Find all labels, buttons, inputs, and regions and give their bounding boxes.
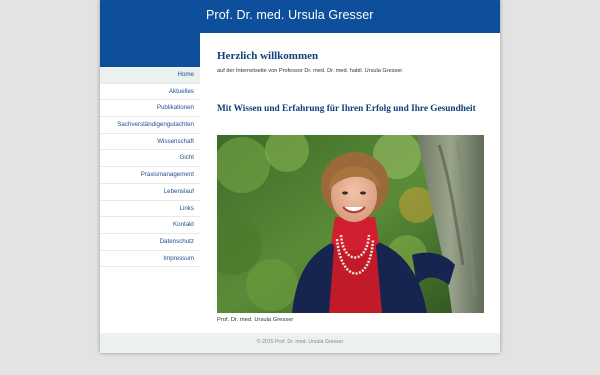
site-header: Prof. Dr. med. Ursula Gresser	[100, 0, 500, 33]
portrait-photo	[217, 135, 484, 313]
page-container: Prof. Dr. med. Ursula Gresser Home Aktue…	[100, 0, 500, 353]
photo-caption: Prof. Dr. med. Ursula Gresser	[217, 317, 294, 323]
main-navigation: Home Aktuelles Publikationen Sachverstän…	[100, 67, 200, 268]
site-title-link[interactable]: Prof. Dr. med. Ursula Gresser	[206, 8, 374, 22]
nav-item-publikationen[interactable]: Publikationen	[100, 100, 200, 118]
nav-item-wissenschaft[interactable]: Wissenschaft	[100, 133, 200, 151]
nav-item-impressum[interactable]: Impressum	[100, 250, 200, 268]
nav-item-home[interactable]: Home	[100, 67, 200, 84]
site-footer: © 2015 Prof. Dr. med. Ursula Gresser	[100, 333, 500, 353]
welcome-heading: Herzlich willkommen	[217, 50, 319, 62]
copyright-text: © 2015 Prof. Dr. med. Ursula Gresser	[256, 339, 344, 345]
tagline-heading: Mit Wissen und Erfahrung für Ihren Erfol…	[217, 104, 476, 114]
nav-item-datenschutz[interactable]: Datenschutz	[100, 233, 200, 251]
nav-item-praxismanagement[interactable]: Praxismanagement	[100, 167, 200, 184]
sidebar-header-block	[100, 33, 200, 67]
nav-item-links[interactable]: Links	[100, 200, 200, 218]
nav-item-aktuelles[interactable]: Aktuelles	[100, 83, 200, 101]
nav-item-gicht[interactable]: Gicht	[100, 150, 200, 168]
nav-item-kontakt[interactable]: Kontakt	[100, 217, 200, 234]
welcome-subtitle: auf der Internetseite von Professor Dr. …	[217, 68, 403, 74]
nav-item-lebenslauf[interactable]: Lebenslauf	[100, 183, 200, 201]
welcome-section: Herzlich willkommen auf der Internetseit…	[217, 50, 487, 74]
nav-item-sachverstaendigengutachten[interactable]: Sachverständigengutachten	[100, 117, 200, 134]
